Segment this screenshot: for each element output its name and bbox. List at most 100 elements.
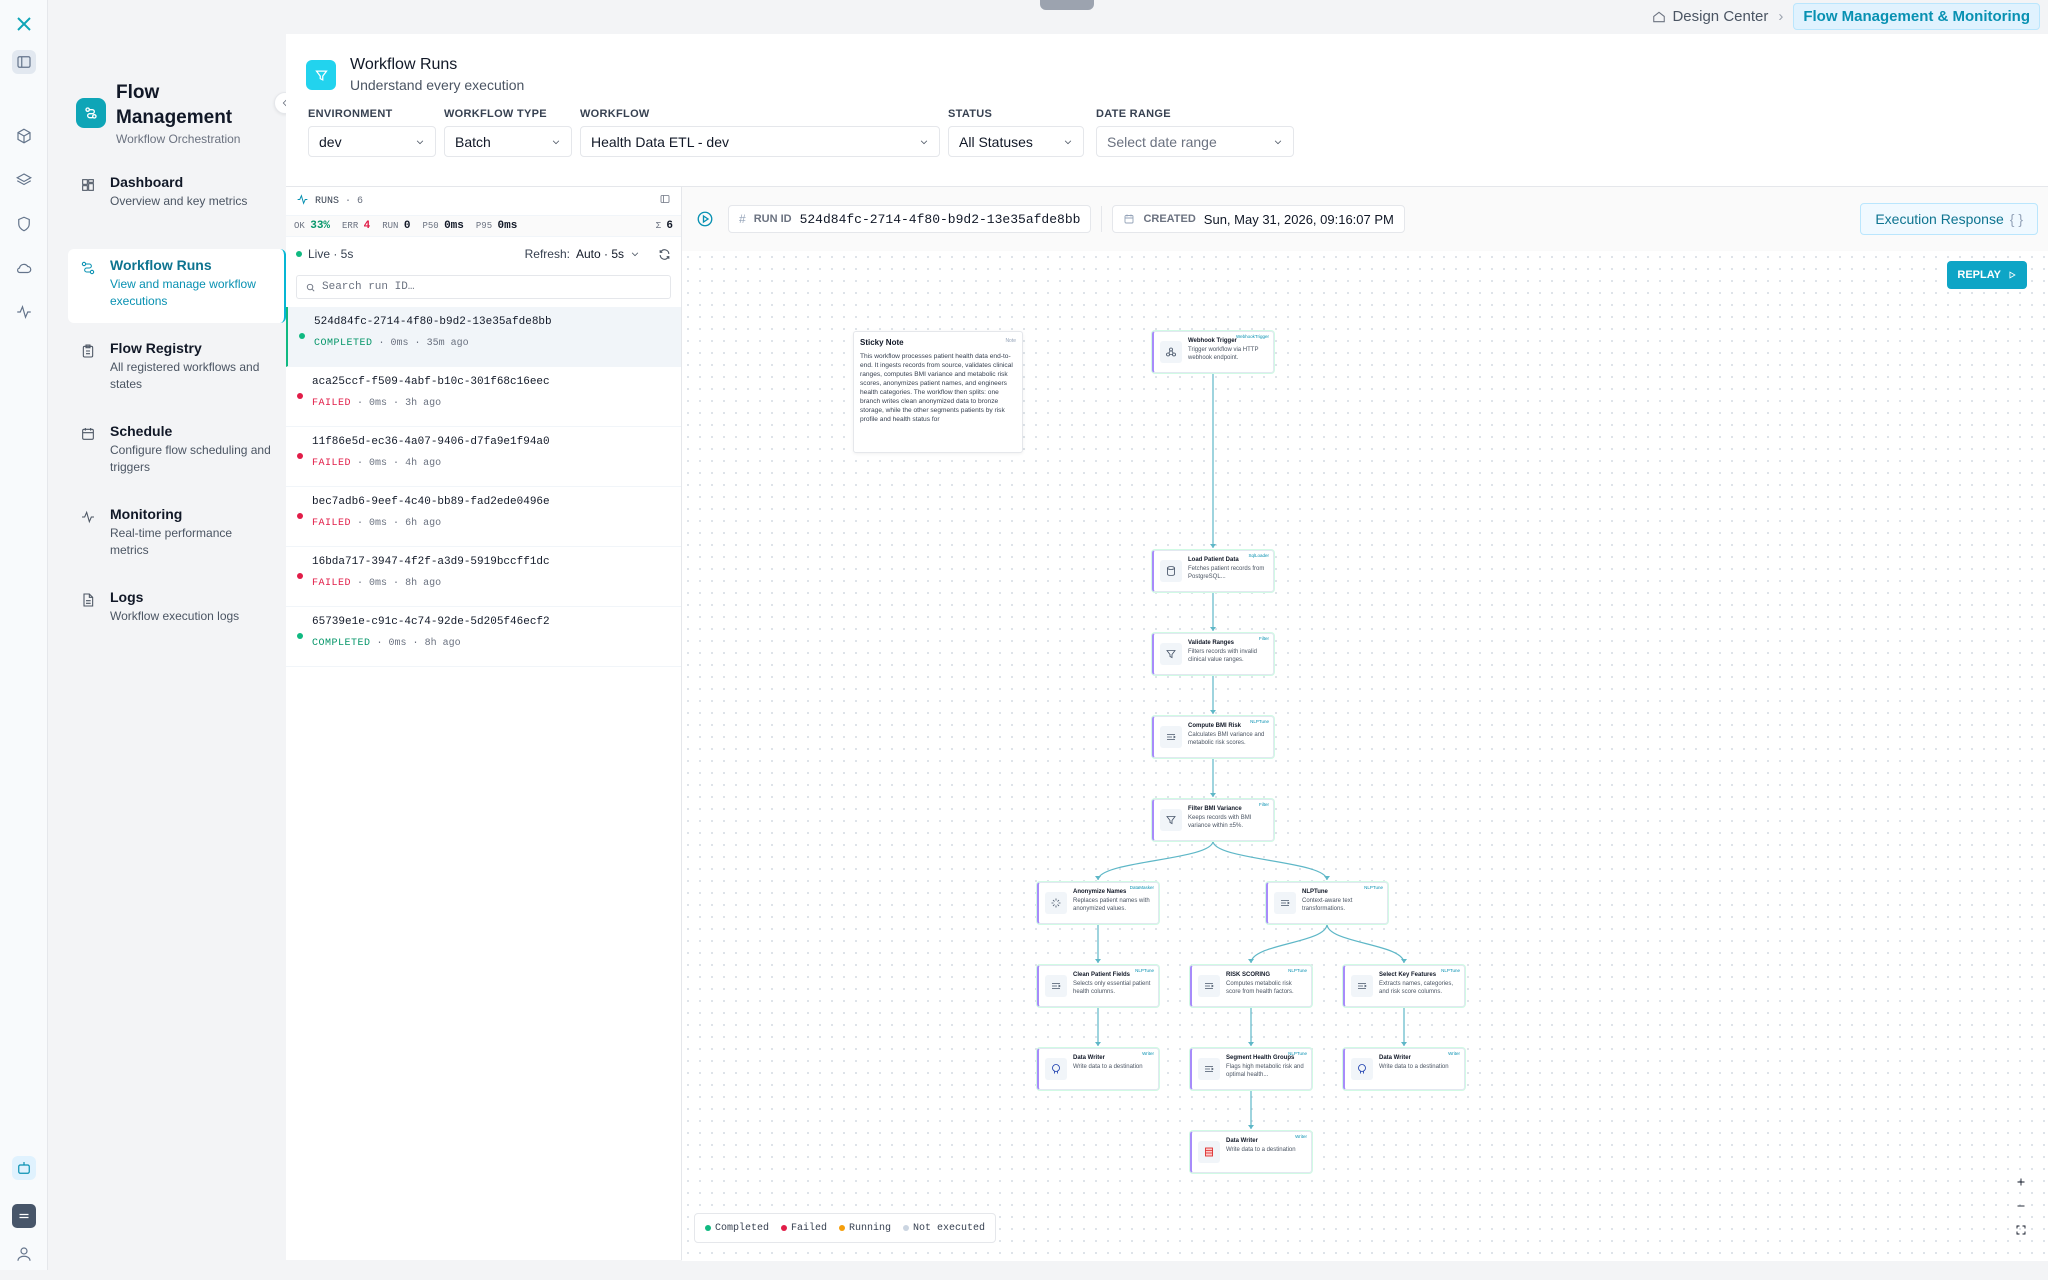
run-meta: FAILED · 0ms · 3h ago (312, 398, 442, 409)
run-row[interactable]: 16bda717-3947-4f2f-a3d9-5919bccff1dc FAI… (286, 547, 681, 607)
run-row[interactable]: 11f86e5d-ec36-4a07-9406-d7fa9e1f94a0 FAI… (286, 427, 681, 487)
toggle-theme-icon[interactable] (12, 1204, 36, 1228)
app-root: Design Center › Flow Management & Monito… (0, 0, 2048, 1280)
shield-icon[interactable] (12, 212, 36, 236)
run-status: FAILED (312, 518, 352, 529)
chevron-down-icon (416, 139, 424, 144)
breadcrumb-current[interactable]: Flow Management & Monitoring (1793, 3, 2040, 30)
sidebar-panel-icon[interactable] (12, 50, 36, 74)
node-type-tag: DataMasker (1129, 885, 1154, 890)
runs-panel: RUNS · 6 OK 33% ERR 4 RUN 0 P50 0ms P95 … (286, 186, 682, 1260)
pulse-icon (80, 509, 96, 525)
zoom-in-button[interactable] (2012, 1173, 2030, 1191)
node-desc: Selects only essential patient health co… (1073, 981, 1151, 995)
sidebar-item-desc: Real-time performance metrics (110, 526, 233, 557)
workflow-type-select[interactable]: Batch (444, 126, 572, 157)
hash-icon: # (739, 212, 746, 226)
environment-select[interactable]: dev (308, 126, 436, 157)
node-desc: Computes metabolic risk score from healt… (1226, 981, 1294, 995)
app-logo-icon[interactable] (12, 12, 36, 36)
edge-filterbmi-anon (1097, 840, 1214, 881)
workflow-select[interactable]: Health Data ETL - dev (580, 126, 940, 157)
sidebar-item-logs[interactable]: Logs Workflow execution logs (68, 581, 286, 655)
node-type-tag: NLPTune (1250, 719, 1269, 724)
workflow-node-writer3[interactable]: Data Writer Write data to a destination Wr… (1190, 1131, 1312, 1173)
node-type-tag: Filter (1259, 802, 1269, 807)
user-icon[interactable] (12, 1242, 36, 1266)
refresh-label: Refresh: (524, 247, 570, 261)
run-age: 8h ago (405, 578, 442, 589)
legend-item: Not executed (903, 1223, 985, 1234)
stat-p95: P95 0ms (475, 220, 518, 232)
created-label: CREATED (1143, 213, 1196, 225)
node-desc: Write data to a destination (1379, 1064, 1449, 1070)
workflow-canvas[interactable]: REPLAY Sticky Note Note This workflow pr… (682, 251, 2048, 1261)
bot-icon[interactable] (12, 1156, 36, 1180)
sidebar-item-monitoring[interactable]: Monitoring Real-time performance metrics (68, 498, 286, 572)
workflow-node-filterbmi[interactable]: Filter BMI Variance Keeps records with BM… (1152, 799, 1274, 841)
sidebar-item-dashboard[interactable]: Dashboard Overview and key metrics (68, 166, 286, 240)
sidebar-item-schedule[interactable]: Schedule Configure flow scheduling and tr… (68, 415, 286, 489)
replay-button[interactable]: REPLAY (1947, 261, 2027, 289)
clipboard-icon (80, 343, 96, 359)
plus-icon (2017, 1178, 2025, 1186)
node-desc: Calculates BMI variance and metabolic ri… (1188, 732, 1265, 746)
filter-header-icon (306, 60, 336, 90)
fit-view-button[interactable] (2012, 1221, 2030, 1239)
filter-label: DATE RANGE (1096, 108, 1171, 120)
refresh-icon[interactable] (658, 248, 671, 261)
workflow-node-anon[interactable]: Anonymize Names Replaces patient names wi… (1037, 882, 1159, 924)
drag-handle[interactable] (1040, 0, 1094, 10)
cloud-icon[interactable] (12, 256, 36, 280)
node-title: Clean Patient Fields (1073, 972, 1131, 978)
activity-icon[interactable] (12, 300, 36, 324)
cube-icon[interactable] (12, 124, 36, 148)
toggle-panel-icon[interactable] (659, 193, 671, 209)
workflow-node-clean[interactable]: Clean Patient Fields Selects only essenti… (1037, 965, 1159, 1007)
workflow-node-writer2[interactable]: Data Writer Write data to a destination Wr… (1343, 1048, 1465, 1090)
play-circle-icon[interactable] (692, 206, 718, 232)
run-row[interactable]: 65739e1e-c91c-4c74-92de-5d205f46ecf2 COM… (286, 607, 681, 667)
workflow-node-nlp[interactable]: NLPTune Context-aware text transformation… (1266, 882, 1388, 924)
workflow-node-risk[interactable]: RISK SCORING Computes metabolic risk scor… (1190, 965, 1312, 1007)
date-range-select[interactable]: Select date range (1096, 126, 1294, 157)
status-value: All Statuses (959, 133, 1033, 150)
workflow-node-segment[interactable]: Segment Health Groups Flags high metaboli… (1190, 1048, 1312, 1090)
workflow-node-load[interactable]: Load Patient Data Fetches patient records… (1152, 550, 1274, 592)
workflow-node-bmi[interactable]: Compute BMI Risk Calculates BMI variance … (1152, 716, 1274, 758)
calendar-icon (80, 426, 96, 442)
run-search-input[interactable] (322, 281, 642, 293)
fullscreen-icon (2016, 1225, 2026, 1235)
sidebar-item-workflow-runs[interactable]: Workflow Runs View and manage workflow ex… (68, 249, 286, 323)
sidebar: Flow Management Workflow Orchestration D… (68, 34, 296, 1260)
run-id: 65739e1e-c91c-4c74-92de-5d205f46ecf2 (312, 616, 550, 628)
status-select[interactable]: All Statuses (948, 126, 1084, 157)
filter-label: WORKFLOW (580, 108, 650, 120)
date-range-placeholder: Select date range (1107, 133, 1217, 150)
refresh-control: Refresh: Auto · 5s (525, 247, 671, 261)
status-dot (297, 633, 303, 639)
run-status: FAILED (312, 458, 352, 469)
sticky-note[interactable]: Sticky Note Note This workflow processes… (853, 331, 1023, 453)
workflow-node-writer1[interactable]: Data Writer Write data to a destination Wr… (1037, 1048, 1159, 1090)
calendar-icon (1124, 214, 1134, 224)
zoom-out-button[interactable] (2012, 1197, 2030, 1215)
breadcrumb-home[interactable]: Design Center (1652, 8, 1768, 25)
layers-icon[interactable] (12, 168, 36, 192)
run-row[interactable]: bec7adb6-9eef-4c40-bb89-fad2ede0496e FAI… (286, 487, 681, 547)
breadcrumb: Design Center › Flow Management & Monito… (1652, 3, 2040, 30)
refresh-select[interactable]: Auto · 5s (576, 247, 640, 261)
workflow-node-webhook[interactable]: Webhook Trigger Trigger workflow via HTTP… (1152, 331, 1274, 373)
node-title: NLPTune (1302, 889, 1328, 895)
stat-err: ERR 4 (342, 220, 371, 232)
legend-dot (839, 1225, 846, 1231)
run-row[interactable]: 524d84fc-2714-4f80-b9d2-13e35afde8bb COM… (286, 307, 681, 367)
document-icon (80, 592, 96, 608)
sidebar-item-flow-registry[interactable]: Flow Registry All registered workflows an… (68, 332, 286, 406)
home-icon (1653, 11, 1666, 22)
run-row[interactable]: aca25ccf-f509-4abf-b10c-301f68c16eec FAI… (286, 367, 681, 427)
workflow-node-select[interactable]: Select Key Features Extracts names, categ… (1343, 965, 1465, 1007)
execution-response-button[interactable]: Execution Response { } (1860, 203, 2038, 235)
workflow-value: Health Data ETL - dev (591, 133, 729, 150)
workflow-node-validate[interactable]: Validate Ranges Filters records with inva… (1152, 633, 1274, 675)
